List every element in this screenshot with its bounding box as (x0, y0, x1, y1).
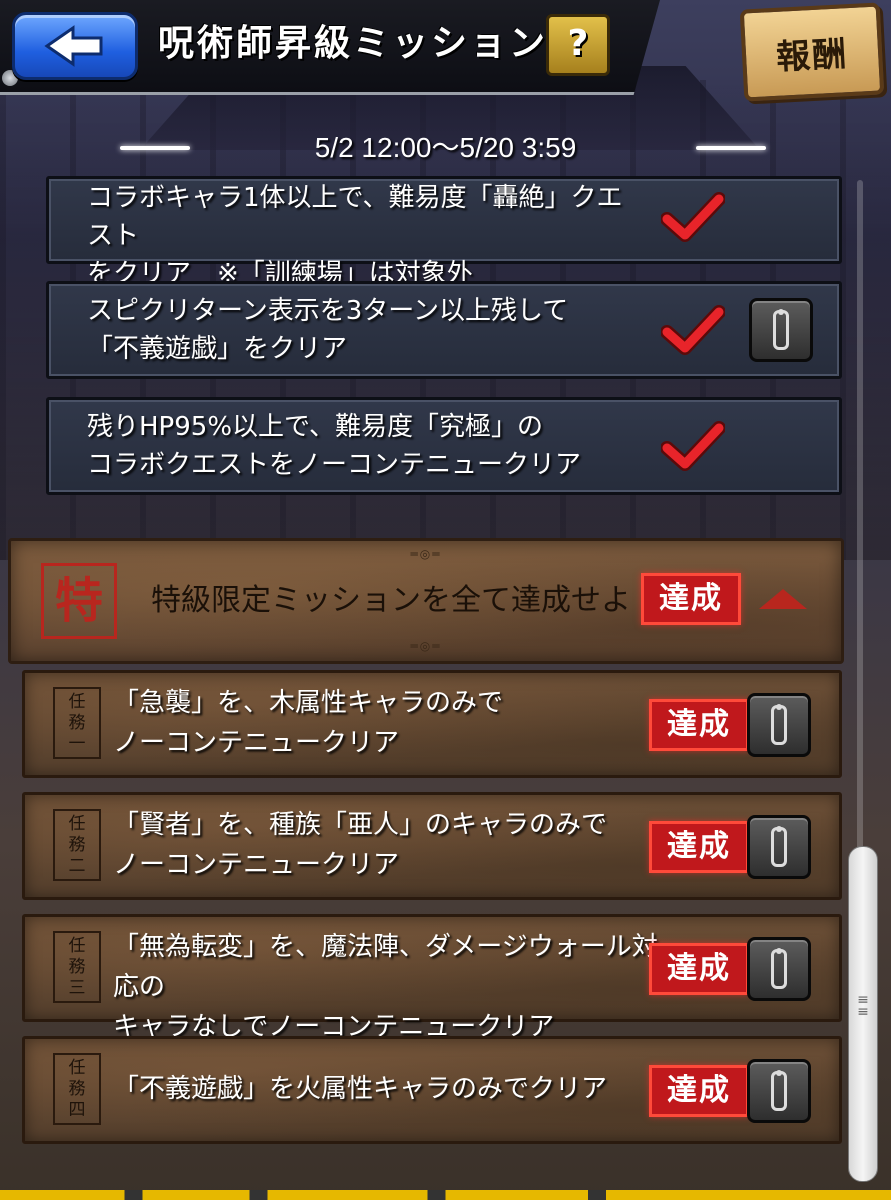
info-icon (771, 1070, 787, 1111)
achieved-stamp: 達成 (649, 1065, 749, 1117)
task-card: 任務一 「急襲」を、木属性キャラのみで ノーコンテニュークリア 達成 (22, 670, 842, 778)
special-mission-header[interactable]: ═◎═ 特 特級限定ミッションを全て達成せよ 達成 ═◎═ (8, 538, 844, 664)
achieved-stamp: 達成 (649, 821, 749, 873)
ornament-bottom: ═◎═ (410, 639, 442, 653)
scroll-grip-icon: ≡ ≡ (857, 992, 869, 1020)
task-text: 「無為転変」を、魔法陣、ダメージウォール対応の キャラなしでノーコンテニュークリ… (113, 932, 658, 1042)
task-seal: 任務三 (53, 931, 101, 1003)
task-text: 「急襲」を、木属性キャラのみで ノーコンテニュークリア (113, 688, 504, 758)
info-button[interactable] (747, 815, 811, 879)
achieved-stamp: 達成 (649, 943, 749, 995)
checkmark-icon (661, 421, 725, 471)
checkmark-icon (661, 192, 725, 242)
mission-text: スピクリターン表示を3ターン以上残して 「不義遊戯」をクリア (87, 296, 569, 364)
help-button[interactable]: ? (546, 14, 610, 76)
ornament-top: ═◎═ (410, 547, 442, 561)
task-text: 「不義遊戯」を火属性キャラのみでクリア (113, 1074, 608, 1104)
info-button[interactable] (747, 693, 811, 757)
mission-text: 残りHP95%以上で、難易度「究極」の コラボクエストをノーコンテニュークリア (87, 412, 582, 480)
task-seal: 任務四 (53, 1053, 101, 1125)
bottom-menu-strip[interactable] (0, 1190, 891, 1200)
info-icon (771, 704, 787, 745)
back-button[interactable] (12, 12, 138, 80)
mission-text: コラボキャラ1体以上で、難易度「轟絶」クエスト をクリア ※「訓練場」は対象外 (87, 183, 623, 289)
task-text: 「賢者」を、種族「亜人」のキャラのみで ノーコンテニュークリア (113, 810, 608, 880)
task-seal: 任務二 (53, 809, 101, 881)
task-card: 任務四 「不義遊戯」を火属性キャラのみでクリア 達成 (22, 1036, 842, 1144)
page-title: 呪術師昇級ミッション (158, 23, 549, 64)
mission-card: コラボキャラ1体以上で、難易度「轟絶」クエスト をクリア ※「訓練場」は対象外 (46, 176, 842, 289)
mission-card: スピクリターン表示を3ターン以上残して 「不義遊戯」をクリア (46, 281, 842, 379)
info-icon (773, 309, 789, 350)
task-card: 任務三 「無為転変」を、魔法陣、ダメージウォール対応の キャラなしでノーコンテニ… (22, 914, 842, 1042)
info-icon (771, 948, 787, 989)
info-button[interactable] (749, 298, 813, 362)
triangle-up-icon[interactable] (759, 589, 807, 609)
reward-label: 報酬 (775, 33, 850, 78)
achieved-stamp: 達成 (649, 699, 749, 751)
info-button[interactable] (747, 937, 811, 1001)
reward-button[interactable]: 報酬 (739, 2, 885, 102)
mission-card: 残りHP95%以上で、難易度「究極」の コラボクエストをノーコンテニュークリア (46, 397, 842, 495)
arrow-left-icon (44, 25, 103, 67)
achieved-stamp: 達成 (641, 573, 741, 625)
task-seal: 任務一 (53, 687, 101, 759)
info-button[interactable] (747, 1059, 811, 1123)
special-mark: 特 (41, 563, 117, 639)
period-divider-right (696, 146, 766, 150)
task-card: 任務二 「賢者」を、種族「亜人」のキャラのみで ノーコンテニュークリア 達成 (22, 792, 842, 900)
checkmark-icon (661, 305, 725, 355)
special-mission-text: 特級限定ミッションを全て達成せよ (151, 583, 631, 618)
info-icon (771, 826, 787, 867)
